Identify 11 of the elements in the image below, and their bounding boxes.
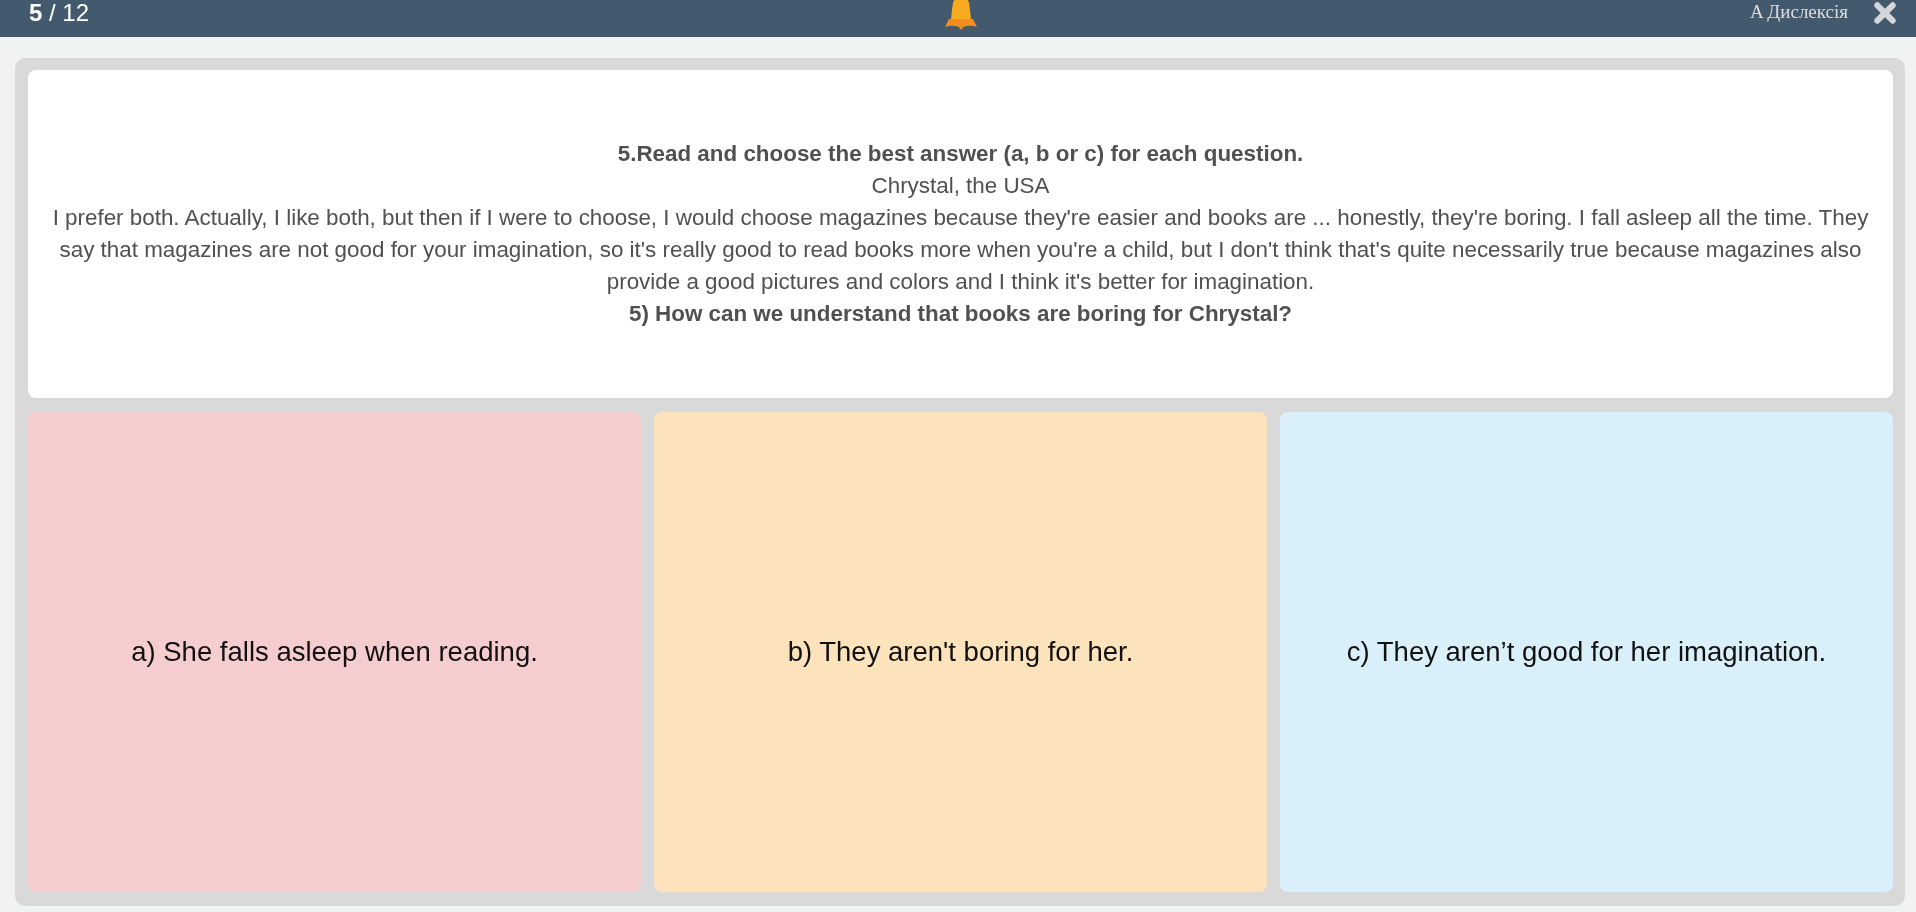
answer-option[interactable]: a) She falls asleep when reading.	[28, 412, 641, 892]
passage-text: I prefer both. Actually, I like both, but then if I were to choose, I would choose magazines because they're easier and books are ... honestly, they're boring. I fall asleep all the time. They say that magazines are not good for your imagination, so it's really good to read books more when you're a child, but I don't think that's quite necessarily true because magazines also provide a good pictures and colors and I think it's better for imagination.	[51, 204, 1870, 296]
instruction-text: 5.Read and choose the best answer (a, b or c) for each question.	[616, 140, 1305, 168]
speaker-text: Chrystal, the USA	[870, 172, 1051, 200]
answer-option[interactable]: c) They aren’t good for her imagination.	[1280, 412, 1893, 892]
bell-icon	[942, 0, 980, 30]
dyslexia-button[interactable]: A Дислексія	[1749, 2, 1848, 22]
progress-counter: 5 / 12	[29, 0, 90, 26]
answer-option[interactable]: b) They aren't boring for her.	[654, 412, 1267, 892]
close-icon[interactable]	[1874, 2, 1896, 24]
question-prompt: 5) How can we understand that books are boring for Chrystal?	[627, 300, 1294, 328]
